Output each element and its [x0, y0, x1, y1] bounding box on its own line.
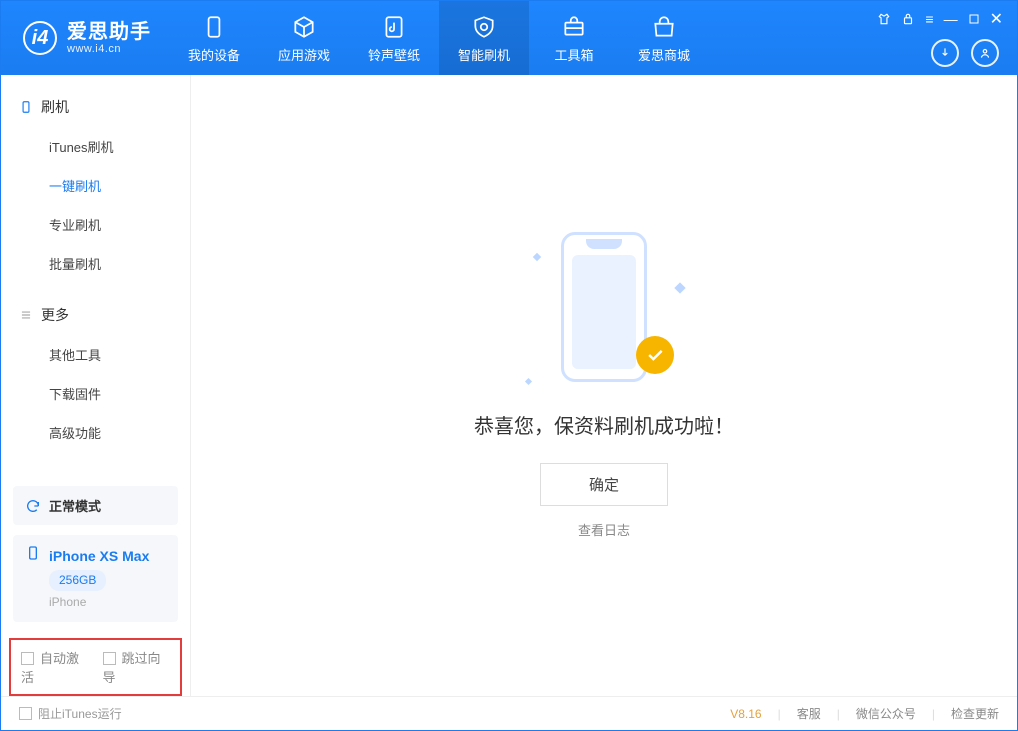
nav-my-device[interactable]: 我的设备: [169, 1, 259, 75]
lock-icon[interactable]: [901, 12, 915, 26]
store-icon: [651, 13, 677, 41]
device-type: iPhone: [49, 593, 149, 612]
nav-label: 我的设备: [188, 45, 240, 64]
nav-label: 铃声壁纸: [368, 45, 420, 64]
nav-flash[interactable]: 智能刷机: [439, 1, 529, 75]
cube-icon: [291, 13, 317, 41]
sidebar-item-oneclick-flash[interactable]: 一键刷机: [1, 166, 190, 205]
footer-link-service[interactable]: 客服: [797, 705, 821, 722]
nav-ringtone-wallpaper[interactable]: 铃声壁纸: [349, 1, 439, 75]
header: i4 爱思助手 www.i4.cn 我的设备 应用游戏 铃声壁纸: [1, 1, 1017, 75]
storage-badge: 256GB: [49, 570, 106, 591]
footer-link-wechat[interactable]: 微信公众号: [856, 705, 916, 722]
footer-link-update[interactable]: 检查更新: [951, 705, 999, 722]
user-button[interactable]: [971, 39, 999, 67]
nav-label: 爱思商城: [638, 45, 690, 64]
refresh-icon: [25, 498, 41, 514]
mode-panel[interactable]: 正常模式: [13, 486, 178, 525]
view-log-link[interactable]: 查看日志: [578, 523, 630, 538]
sidebar-item-label: 一键刷机: [49, 179, 101, 194]
sidebar-title-label: 更多: [41, 305, 69, 325]
phone-illustration-icon: [561, 232, 647, 382]
sidebar-item-label: iTunes刷机: [49, 140, 114, 155]
shield-refresh-icon: [471, 13, 497, 41]
menu-icon[interactable]: ≡: [925, 11, 933, 27]
minimize-icon[interactable]: —: [944, 11, 958, 27]
device-icon: [201, 13, 227, 41]
download-icon: [938, 46, 952, 60]
sidebar-item-label: 高级功能: [49, 426, 101, 441]
footer: 阻止iTunes运行 V8.16 | 客服 | 微信公众号 | 检查更新: [1, 696, 1017, 730]
music-file-icon: [381, 13, 407, 41]
checkbox-icon: [19, 707, 32, 720]
sidebar-item-batch-flash[interactable]: 批量刷机: [1, 244, 190, 283]
device-name: iPhone XS Max: [49, 545, 149, 567]
check-badge-icon: [636, 336, 674, 374]
version-label: V8.16: [730, 707, 761, 721]
sidebar-section-more[interactable]: 更多: [1, 295, 190, 335]
sidebar-title-label: 刷机: [41, 97, 69, 117]
phone-icon: [19, 100, 33, 114]
checkbox-label: 阻止iTunes运行: [38, 707, 122, 721]
sidebar-item-download-firmware[interactable]: 下载固件: [1, 374, 190, 413]
device-info-panel[interactable]: iPhone XS Max 256GB iPhone: [13, 535, 178, 622]
checkbox-block-itunes[interactable]: 阻止iTunes运行: [19, 705, 122, 722]
logo: i4 爱思助手 www.i4.cn: [1, 1, 169, 75]
window-controls: ≡ — ✕: [877, 9, 1003, 29]
checkbox-skip-guide[interactable]: 跳过向导: [103, 648, 171, 686]
shirt-icon[interactable]: [877, 12, 891, 26]
main-content: 恭喜您，保资料刷机成功啦！ 确定 查看日志: [191, 75, 1017, 696]
success-illustration: [524, 232, 684, 392]
checkbox-auto-activate[interactable]: 自动激活: [21, 648, 89, 686]
top-nav: 我的设备 应用游戏 铃声壁纸 智能刷机 工具箱: [169, 1, 709, 75]
nav-toolbox[interactable]: 工具箱: [529, 1, 619, 75]
list-icon: [19, 308, 33, 322]
sidebar: 刷机 iTunes刷机 一键刷机 专业刷机 批量刷机 更多 其他工具 下载固件 …: [1, 75, 191, 696]
device-panel: 正常模式 iPhone XS Max 256GB iPhone: [1, 476, 190, 630]
sidebar-item-other-tools[interactable]: 其他工具: [1, 335, 190, 374]
checkbox-icon: [103, 652, 116, 665]
sidebar-item-itunes-flash[interactable]: iTunes刷机: [1, 127, 190, 166]
checkbox-icon: [21, 652, 34, 665]
confirm-label: 确定: [589, 477, 619, 494]
phone-icon: [25, 545, 41, 561]
user-icon: [978, 46, 992, 60]
app-name: 爱思助手: [67, 21, 151, 43]
nav-label: 工具箱: [554, 45, 593, 64]
app-site: www.i4.cn: [67, 43, 151, 55]
sidebar-item-label: 其他工具: [49, 348, 101, 363]
toolbox-icon: [561, 13, 587, 41]
sidebar-item-advanced[interactable]: 高级功能: [1, 413, 190, 452]
nav-store[interactable]: 爱思商城: [619, 1, 709, 75]
sidebar-section-flash[interactable]: 刷机: [1, 87, 190, 127]
sidebar-item-label: 批量刷机: [49, 257, 101, 272]
sidebar-item-label: 下载固件: [49, 387, 101, 402]
download-button[interactable]: [931, 39, 959, 67]
confirm-button[interactable]: 确定: [540, 463, 668, 506]
close-icon[interactable]: ✕: [990, 9, 1003, 29]
sidebar-item-pro-flash[interactable]: 专业刷机: [1, 205, 190, 244]
nav-apps-games[interactable]: 应用游戏: [259, 1, 349, 75]
nav-label: 智能刷机: [458, 45, 510, 64]
options-highlight-box: 自动激活 跳过向导: [9, 638, 182, 696]
mode-label: 正常模式: [49, 496, 101, 515]
maximize-icon[interactable]: [968, 13, 980, 25]
sidebar-item-label: 专业刷机: [49, 218, 101, 233]
middle: 刷机 iTunes刷机 一键刷机 专业刷机 批量刷机 更多 其他工具 下载固件 …: [1, 75, 1017, 696]
success-message: 恭喜您，保资料刷机成功啦！: [474, 410, 734, 439]
nav-label: 应用游戏: [278, 45, 330, 64]
logo-icon: i4: [23, 21, 57, 55]
